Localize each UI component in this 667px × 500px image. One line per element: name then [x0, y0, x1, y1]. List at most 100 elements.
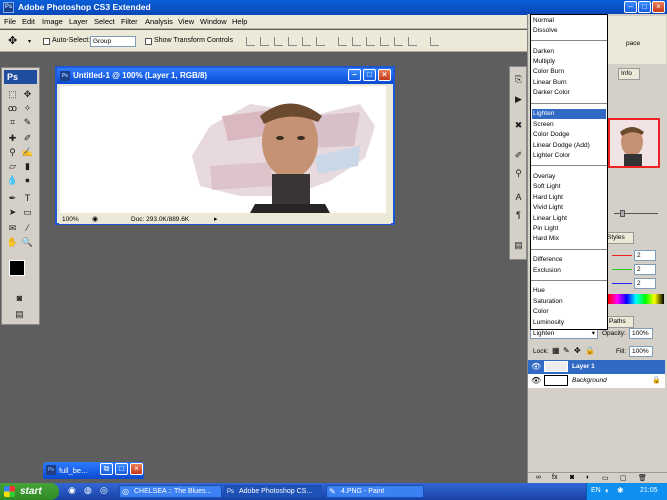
menu-help[interactable]: Help: [232, 17, 247, 26]
menu-view[interactable]: View: [178, 17, 194, 26]
clone-source-icon[interactable]: ⚲: [512, 167, 525, 179]
maximize-button[interactable]: □: [115, 463, 128, 475]
marquee-tool-icon[interactable]: ⬚: [6, 88, 19, 100]
blend-option-linear-light[interactable]: Linear Light: [532, 214, 606, 224]
align-right-icon[interactable]: [316, 37, 325, 46]
blend-option-vivid-light[interactable]: Vivid Light: [532, 203, 606, 213]
zoom-level[interactable]: 100%: [62, 216, 79, 223]
blend-option-linear-dodge[interactable]: Linear Dodge (Add): [532, 141, 606, 151]
blend-option-color-dodge[interactable]: Color Dodge: [532, 130, 606, 140]
align-bottom-icon[interactable]: [274, 37, 283, 46]
menu-file[interactable]: File: [4, 17, 16, 26]
auto-select-dropdown[interactable]: Group: [90, 36, 136, 47]
green-slider-track[interactable]: [612, 269, 632, 270]
red-slider-track[interactable]: [612, 255, 632, 256]
blend-option-linear-burn[interactable]: Linear Burn: [532, 78, 606, 88]
menu-edit[interactable]: Edit: [22, 17, 35, 26]
blend-option-hard-mix[interactable]: Hard Mix: [532, 234, 606, 244]
blend-option-color-burn[interactable]: Color Burn: [532, 67, 606, 77]
show-transform-checkbox[interactable]: [145, 38, 152, 45]
lock-transparency-icon[interactable]: ▦: [552, 346, 560, 355]
doc-minimize-button[interactable]: –: [348, 69, 361, 81]
menu-analysis[interactable]: Analysis: [145, 17, 173, 26]
minimized-document[interactable]: Ps full_be... ⧉ □ ×: [43, 462, 144, 479]
layer-row-layer1[interactable]: 👁 Layer 1: [528, 360, 665, 374]
notes-tool-icon[interactable]: ✉: [6, 222, 19, 234]
healing-brush-icon[interactable]: ✚: [6, 132, 19, 144]
hand-tool-icon[interactable]: ✋: [6, 236, 19, 248]
eye-icon[interactable]: 👁: [531, 376, 541, 385]
crop-tool-icon[interactable]: ⌗: [6, 116, 19, 128]
type-tool-icon[interactable]: T: [21, 192, 34, 204]
fill-input[interactable]: 100%: [629, 346, 653, 357]
blend-option-normal[interactable]: Normal: [532, 16, 606, 26]
eye-icon[interactable]: 👁: [531, 362, 541, 371]
minimize-button[interactable]: –: [624, 1, 637, 13]
menu-image[interactable]: Image: [42, 17, 63, 26]
move-tool-icon[interactable]: ✥: [21, 88, 34, 100]
blend-option-lighten[interactable]: Lighten: [532, 109, 606, 119]
menu-select[interactable]: Select: [94, 17, 115, 26]
blend-option-soft-light[interactable]: Soft Light: [532, 182, 606, 192]
status-menu-icon[interactable]: ◉: [92, 215, 98, 223]
actions-panel-icon[interactable]: ▶: [512, 93, 525, 105]
align-left-icon[interactable]: [288, 37, 297, 46]
green-value-input[interactable]: 2: [634, 264, 656, 275]
eyedropper-icon[interactable]: ✎: [21, 116, 34, 128]
distribute-vcenter-icon[interactable]: [352, 37, 361, 46]
distribute-hcenter-icon[interactable]: [394, 37, 403, 46]
taskbar-item-paint[interactable]: ✎ 4.PNG - Paint: [326, 485, 424, 498]
taskbar-item-photoshop[interactable]: Ps Adobe Photoshop CS...: [224, 485, 322, 498]
layer-comps-icon[interactable]: ▤: [512, 239, 525, 251]
tool-presets-icon[interactable]: ✖: [512, 119, 525, 131]
eyedropper-icon[interactable]: ⁄: [21, 222, 34, 234]
doc-maximize-button[interactable]: □: [363, 69, 376, 81]
navigator-zoom-slider[interactable]: [608, 210, 664, 218]
blend-option-hue[interactable]: Hue: [532, 286, 606, 296]
blend-option-dissolve[interactable]: Dissolve: [532, 26, 606, 36]
firefox-quicklaunch-icon[interactable]: ◉: [68, 485, 76, 496]
screen-mode-icon[interactable]: ▤: [13, 308, 26, 320]
align-vcenter-icon[interactable]: [260, 37, 269, 46]
color-ramp[interactable]: [608, 294, 664, 304]
magic-wand-icon[interactable]: ✧: [21, 102, 34, 114]
blend-option-color[interactable]: Color: [532, 307, 606, 317]
navigator-thumbnail[interactable]: [608, 118, 660, 168]
adjustment-layer-icon[interactable]: ◐: [586, 474, 590, 481]
language-indicator[interactable]: EN: [591, 487, 601, 494]
blend-option-difference[interactable]: Difference: [532, 255, 606, 265]
explorer-quicklaunch-icon[interactable]: ◍: [84, 485, 92, 496]
pen-tool-icon[interactable]: ✒: [6, 192, 19, 204]
tab-styles[interactable]: Styles: [604, 232, 634, 244]
blend-option-darker-color[interactable]: Darker Color: [532, 88, 606, 98]
blend-option-hard-light[interactable]: Hard Light: [532, 193, 606, 203]
blend-option-multiply[interactable]: Multiply: [532, 57, 606, 67]
character-panel-icon[interactable]: A: [512, 191, 525, 203]
blue-value-input[interactable]: 2: [634, 278, 656, 289]
blend-option-luminosity[interactable]: Luminosity: [532, 318, 606, 328]
gradient-tool-icon[interactable]: ▮: [21, 160, 34, 172]
distribute-left-icon[interactable]: [380, 37, 389, 46]
auto-select-checkbox[interactable]: [43, 38, 50, 45]
path-selection-icon[interactable]: ➤: [6, 206, 19, 218]
move-tool-icon[interactable]: ✥: [8, 34, 17, 47]
link-layers-icon[interactable]: ∞: [536, 474, 541, 481]
brush-tool-icon[interactable]: ✐: [21, 132, 34, 144]
close-button[interactable]: ×: [130, 463, 143, 475]
layer-row-background[interactable]: 👁 Background 🔒: [528, 374, 665, 388]
tray-icon[interactable]: ✱: [617, 486, 624, 495]
history-panel-icon[interactable]: ⎘: [512, 73, 525, 85]
lock-position-icon[interactable]: ✥: [574, 346, 581, 355]
lock-pixels-icon[interactable]: ✎: [563, 346, 570, 355]
close-button[interactable]: ×: [652, 1, 665, 13]
layer-name[interactable]: Background: [572, 377, 607, 384]
zoom-tool-icon[interactable]: 🔍: [21, 236, 34, 248]
distribute-top-icon[interactable]: [338, 37, 347, 46]
shape-tool-icon[interactable]: ▭: [21, 206, 34, 218]
tab-paths[interactable]: Paths: [606, 316, 634, 328]
chrome-quicklaunch-icon[interactable]: ◎: [100, 485, 108, 496]
red-value-input[interactable]: 2: [634, 250, 656, 261]
blend-option-overlay[interactable]: Overlay: [532, 172, 606, 182]
distribute-right-icon[interactable]: [408, 37, 417, 46]
history-brush-icon[interactable]: ✍: [21, 146, 34, 158]
